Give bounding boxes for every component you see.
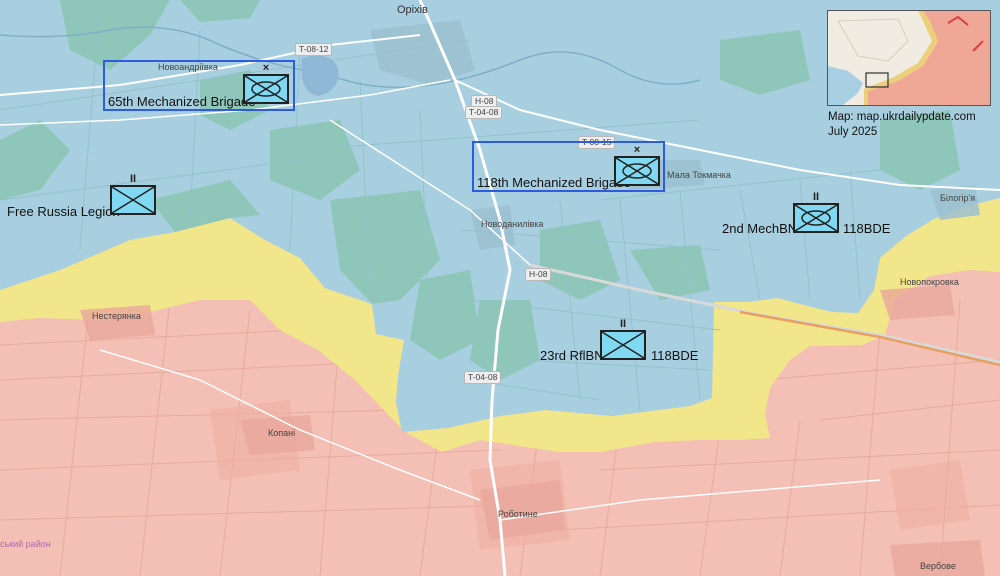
road-label-t0408-south: T-04-08: [464, 371, 502, 384]
town-label-verbove: Вербове: [920, 561, 956, 571]
town-label-robotyne: Роботине: [498, 509, 538, 519]
mech-bn-2-label: 2nd MechBN: [722, 221, 798, 236]
free-russia-legion-unit-symbol[interactable]: II: [110, 174, 156, 215]
district-label: ський район: [0, 539, 51, 549]
brigade-65-label: 65th Mechanized Brigade: [108, 94, 256, 109]
mech-bn-2-parent-label: 118BDE: [843, 221, 891, 236]
mech-bn-2-unit-symbol[interactable]: II: [793, 192, 839, 233]
infantry-symbol-icon: [112, 187, 154, 213]
road-label-h08-south: H-08: [525, 268, 552, 281]
town-label-bilohirya: Білогір'я: [940, 193, 976, 203]
rifle-bn-23-parent-label: 118BDE: [651, 348, 699, 363]
town-label-kopani: Копані: [268, 428, 296, 438]
infantry-symbol-icon: [602, 332, 644, 358]
mechanized-symbol-icon: [795, 205, 837, 231]
town-label-mala-tokmachka: Мала Токмачка: [667, 170, 731, 180]
road-label-t0408-north: T-04-08: [465, 106, 503, 119]
map-date: July 2025: [828, 126, 878, 138]
brigade-118-label: 118th Mechanized Brigade: [477, 175, 631, 190]
inset-map-graphic: [828, 11, 990, 105]
brigade-118-unit-symbol[interactable]: ×: [614, 145, 660, 186]
rifle-bn-23-echelon: II: [619, 318, 627, 330]
brigade-118-echelon: ×: [633, 144, 641, 156]
mech-bn-2-echelon: II: [812, 191, 820, 203]
free-russia-legion-label: Free Russia Legion: [7, 204, 120, 219]
town-label-novopokrovka: Новопокровка: [900, 277, 959, 287]
brigade-65-echelon: ×: [262, 62, 270, 74]
rifle-bn-23-unit-symbol[interactable]: II: [600, 319, 646, 360]
town-label-nesteryanka: Нестерянка: [92, 311, 141, 321]
rifle-bn-23-label: 23rd RflBN: [540, 348, 604, 363]
town-label-orikhiv: Оріхів: [397, 4, 428, 16]
road-label-t0812: T-08-12: [295, 43, 333, 56]
brigade-65-unit-symbol[interactable]: ×: [243, 63, 289, 104]
map-credit: Map: map.ukrdailypdate.com July 2025: [828, 110, 976, 140]
map-source: Map: map.ukrdailypdate.com: [828, 111, 976, 123]
mechanized-symbol-icon: [616, 158, 658, 184]
inset-overview-map[interactable]: [827, 10, 991, 106]
free-russia-legion-echelon: II: [129, 173, 137, 185]
mechanized-symbol-icon: [245, 76, 287, 102]
town-label-novodanylivka: Новоданилівка: [481, 219, 544, 229]
